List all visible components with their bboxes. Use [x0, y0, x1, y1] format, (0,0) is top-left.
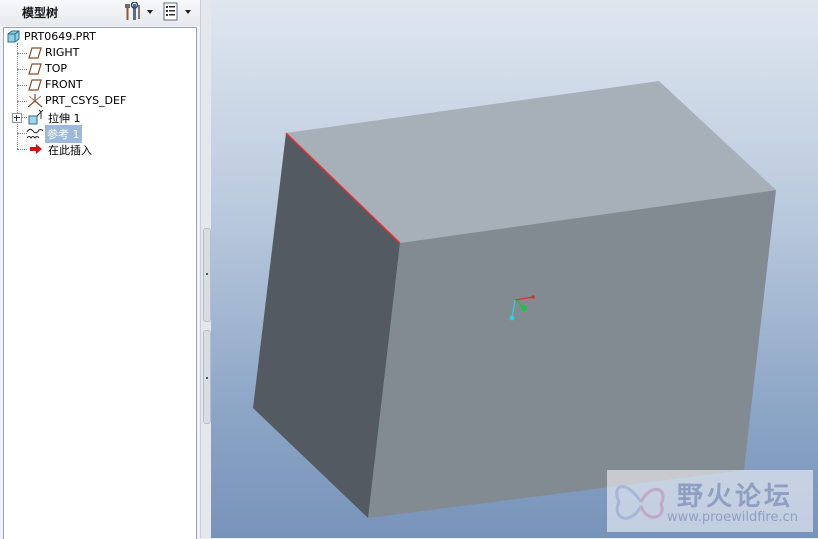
watermark-url: www.proewildfire.cn: [667, 510, 798, 525]
box-model[interactable]: [211, 0, 818, 538]
datum-plane-icon: [28, 79, 42, 91]
tree-item-label: FRONT: [45, 78, 83, 91]
tree-item-insert-here[interactable]: 在此插入: [4, 141, 194, 157]
panel-title: 模型树: [22, 6, 59, 20]
tree-item-reference[interactable]: 参考 1: [4, 125, 194, 143]
model-tree-header: 模型树: [0, 0, 200, 26]
tree-connector: [17, 85, 27, 86]
extrude-icon: [28, 109, 44, 125]
model-tree: PRT0649.PRT RIGHT TOP FRONT PRT_CSYS_DEF…: [3, 27, 197, 539]
watermark-title: 野火论坛: [677, 482, 794, 512]
datum-plane-icon: [28, 47, 42, 59]
tree-item-front[interactable]: FRONT: [4, 77, 194, 93]
tree-connector: [17, 149, 27, 150]
splitter-handle[interactable]: [203, 228, 211, 322]
tree-item-label: TOP: [45, 62, 68, 75]
chevron-down-icon: [185, 10, 191, 14]
tree-connector: [17, 69, 27, 70]
datum-plane-icon: [28, 63, 42, 75]
insert-here-arrow-icon: [30, 144, 42, 154]
tree-item-label: PRT0649.PRT: [24, 30, 96, 43]
tree-item-top[interactable]: TOP: [4, 61, 194, 77]
tree-item-right[interactable]: RIGHT: [4, 45, 194, 61]
tree-item-csys[interactable]: PRT_CSYS_DEF: [4, 93, 194, 109]
coordinate-system-icon: [27, 94, 43, 108]
settings-button[interactable]: [122, 1, 154, 22]
tree-item-label: 拉伸 1: [48, 112, 81, 125]
tree-item-label: PRT_CSYS_DEF: [45, 94, 127, 107]
wrench-hammer-icon: [125, 1, 140, 20]
tree-item-extrude[interactable]: 拉伸 1: [4, 109, 194, 125]
part-icon: [7, 30, 20, 43]
model-tree-panel: 模型树 PRT0649.PRT RIGHT TOP FRONT PRT_CSYS…: [0, 0, 200, 539]
tree-connector: [17, 53, 27, 54]
expand-toggle[interactable]: [12, 113, 22, 123]
tree-item-label: RIGHT: [45, 46, 80, 59]
tree-item-root[interactable]: PRT0649.PRT: [4, 29, 194, 45]
splitter-handle[interactable]: [203, 330, 211, 424]
watermark: 野火论坛 www.proewildfire.cn: [607, 470, 813, 532]
show-button[interactable]: [162, 2, 194, 22]
list-icon: [163, 2, 178, 21]
chevron-down-icon: [147, 10, 153, 14]
reference-curve-icon: [26, 128, 44, 139]
graphics-viewport[interactable]: [211, 0, 818, 538]
tree-connector: [22, 117, 27, 118]
butterfly-logo-icon: [615, 485, 665, 520]
tree-item-label: 在此插入: [48, 144, 92, 157]
front-face: [368, 190, 776, 518]
